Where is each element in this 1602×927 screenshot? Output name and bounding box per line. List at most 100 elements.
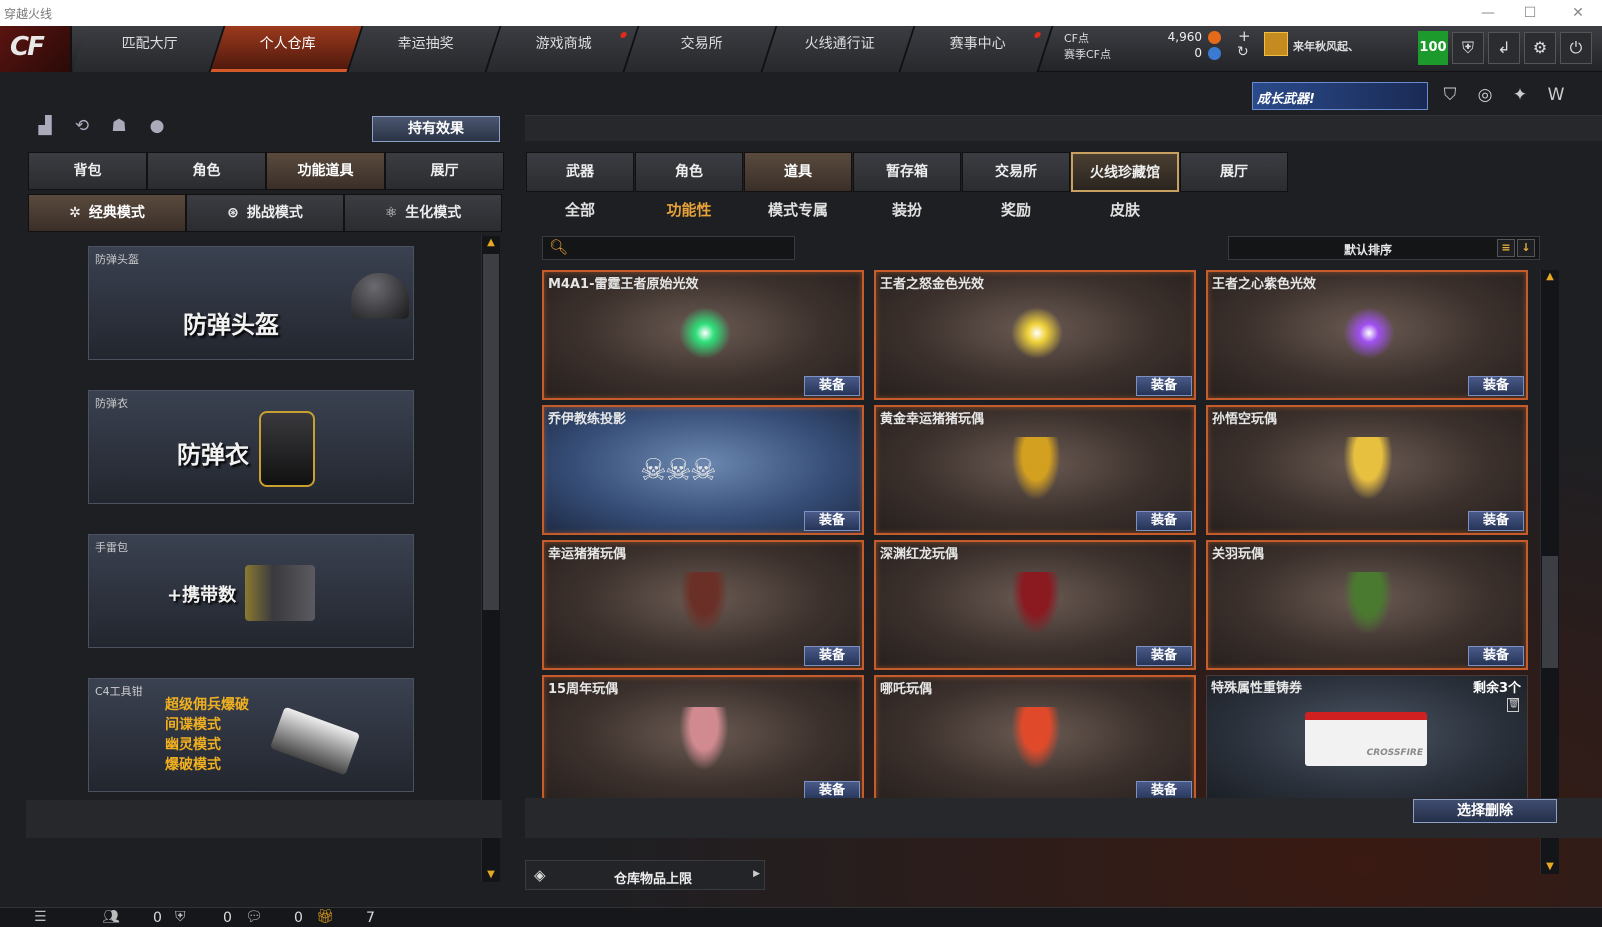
shield-icon[interactable]: ⛨ (1452, 32, 1484, 64)
right-scrollbar[interactable]: ▲ ▼ (1540, 270, 1559, 874)
clan-icon[interactable]: ⛨ (175, 909, 186, 925)
scroll-up-icon[interactable]: ▲ (1541, 270, 1559, 284)
mode-tab-0[interactable]: ✲ 经典模式 (28, 194, 186, 232)
equip-button[interactable]: 装备 (804, 646, 860, 666)
item-card[interactable]: 黄金幸运猪猪玩偶 装备 (874, 405, 1196, 535)
nav-tab-2[interactable]: 幸运抽奖 (348, 26, 502, 72)
nav-tab-3[interactable]: 游戏商城 (486, 26, 640, 72)
emblem-icon-2[interactable]: ◎ (1473, 85, 1497, 109)
right-tab-4[interactable]: 交易所 (962, 152, 1070, 192)
power-icon[interactable]: ⏻ (1560, 32, 1592, 64)
nav-tab-5[interactable]: 火线通行证 (762, 26, 916, 72)
left-tab-3[interactable]: 展厅 (385, 152, 504, 190)
username[interactable]: 来年秋风起、 (1293, 38, 1359, 54)
equip-button[interactable]: 装备 (1136, 511, 1192, 531)
item-card[interactable]: 哪吒玩偶 装备 (874, 675, 1196, 805)
right-tab-6[interactable]: 展厅 (1180, 152, 1288, 192)
c4-icon (269, 706, 361, 776)
sort-dropdown[interactable]: 默认排序 ≡ ↓ (1228, 236, 1540, 260)
close-icon[interactable]: ✕ (1568, 3, 1588, 23)
item-card[interactable]: 关羽玩偶 装备 (1206, 540, 1528, 670)
equip-button[interactable]: 装备 (1136, 376, 1192, 396)
history-icon[interactable]: ⟲ (70, 116, 94, 140)
subtab-1[interactable]: 功能性 (635, 199, 743, 220)
add-cf-icon[interactable]: + (1238, 27, 1251, 45)
cf-value: 4,960 (1167, 30, 1202, 44)
nav-tab-0[interactable]: 匹配大厅 (72, 26, 226, 72)
subtab-5[interactable]: 皮肤 (1071, 199, 1179, 220)
item-card[interactable]: 深渊红龙玩偶 装备 (874, 540, 1196, 670)
glow-effect-icon (1011, 307, 1063, 359)
item-card[interactable]: 王者之心紫色光效 装备 (1206, 270, 1528, 400)
mode-icon: ✲ (69, 205, 81, 221)
nav-tab-6[interactable]: 赛事中心 (900, 26, 1054, 72)
nav-tab-4[interactable]: 交易所 (624, 26, 778, 72)
minimize-icon[interactable]: — (1478, 3, 1498, 23)
scroll-up-icon[interactable]: ▲ (482, 236, 500, 250)
right-tab-3[interactable]: 暂存箱 (853, 152, 961, 192)
delete-selected-button[interactable]: 选择删除 (1413, 799, 1557, 823)
equip-button[interactable]: 装备 (1468, 646, 1524, 666)
item-card[interactable]: 乔伊教练投影 ☠☠☠ 装备 (542, 405, 864, 535)
emblem-icon-1[interactable]: ⛉ (1438, 85, 1462, 109)
emblem-icon-3[interactable]: ✦ (1508, 85, 1532, 109)
item-card[interactable]: 孙悟空玩偶 装备 (1206, 405, 1528, 535)
level-badge: 100 (1418, 31, 1448, 65)
equip-button[interactable]: 装备 (804, 511, 860, 531)
item-card[interactable]: 幸运猪猪玩偶 装备 (542, 540, 864, 670)
growth-weapon-banner[interactable]: 成长武器! (1252, 82, 1428, 110)
mode-tab-1[interactable]: ⊛ 挑战模式 (186, 194, 344, 232)
subtab-4[interactable]: 奖励 (962, 199, 1070, 220)
left-tab-1[interactable]: 角色 (147, 152, 266, 190)
subtab-0[interactable]: 全部 (526, 199, 634, 220)
vest-card[interactable]: 防弹衣 防弹衣 (88, 390, 414, 504)
right-tab-1[interactable]: 角色 (635, 152, 743, 192)
figure-icon (1012, 572, 1060, 634)
scroll-thumb[interactable] (483, 254, 499, 610)
right-tab-2[interactable]: 道具 (744, 152, 852, 192)
stats-icon[interactable]: ▟ (33, 116, 57, 140)
refresh-icon[interactable]: ↻ (1237, 44, 1249, 60)
character-icon[interactable]: ☗ (107, 116, 131, 140)
return-icon[interactable]: ↲ (1488, 32, 1520, 64)
subtab-3[interactable]: 装扮 (853, 199, 961, 220)
equip-button[interactable]: 装备 (1136, 646, 1192, 666)
friends-icon[interactable]: 👥︎ (102, 909, 120, 925)
grenade-pack-card[interactable]: 手雷包 +携带数 (88, 534, 414, 648)
grenade-icon[interactable]: ● (145, 116, 169, 140)
trash-icon[interactable]: 🗑︎ (1507, 698, 1519, 712)
figure-icon (1344, 437, 1392, 499)
c4-pliers-card[interactable]: C4工具钳 超级佣兵爆破 间谍模式 幽灵模式 爆破模式 (88, 678, 414, 792)
equip-button[interactable]: 装备 (1468, 376, 1524, 396)
mode-tab-2[interactable]: ⚛ 生化模式 (344, 194, 502, 232)
item-card[interactable]: M4A1-雷霆王者原始光效 装备 (542, 270, 864, 400)
right-tab-5[interactable]: 火线珍藏馆 (1071, 152, 1179, 192)
menu-icon[interactable]: ☰ (34, 909, 47, 925)
scroll-down-icon[interactable]: ▼ (1541, 860, 1559, 874)
nav-tab-1[interactable]: 个人仓库 (210, 26, 364, 72)
scroll-down-icon[interactable]: ▼ (482, 868, 500, 882)
right-tab-0[interactable]: 武器 (526, 152, 634, 192)
item-card[interactable]: 特殊属性重铸券 剩余3个 🗑︎ CROSSFIRE (1206, 675, 1528, 805)
item-card[interactable]: 王者之怒金色光效 装备 (874, 270, 1196, 400)
maximize-icon[interactable]: ☐ (1520, 3, 1540, 23)
warehouse-limit[interactable]: ◈ 仓库物品上限 ▶ (525, 860, 765, 890)
item-card[interactable]: 15周年玩偶 装备 (542, 675, 864, 805)
gift-icon[interactable]: 🎁︎ (316, 909, 334, 925)
gear-icon[interactable]: ⚙ (1524, 32, 1556, 64)
search-input[interactable]: 🔍︎ (542, 236, 795, 260)
held-effects-button[interactable]: 持有效果 (372, 116, 500, 142)
chat-icon[interactable]: 💬︎ (245, 909, 263, 925)
left-tab-0[interactable]: 背包 (28, 152, 147, 190)
subtab-2[interactable]: 模式专属 (744, 199, 852, 220)
mode-line: 爆破模式 (165, 757, 221, 773)
list-view-icon[interactable]: ≡ (1497, 239, 1515, 257)
left-tab-2[interactable]: 功能道具 (266, 152, 385, 190)
equip-button[interactable]: 装备 (1468, 511, 1524, 531)
left-scrollbar[interactable]: ▲ ▼ (481, 236, 500, 882)
scroll-thumb[interactable] (1542, 556, 1558, 668)
equip-button[interactable]: 装备 (804, 376, 860, 396)
helmet-card[interactable]: 防弹头盔 防弹头盔 (88, 246, 414, 360)
emblem-icon-4[interactable]: W (1544, 85, 1568, 109)
sort-order-icon[interactable]: ↓ (1517, 239, 1535, 257)
